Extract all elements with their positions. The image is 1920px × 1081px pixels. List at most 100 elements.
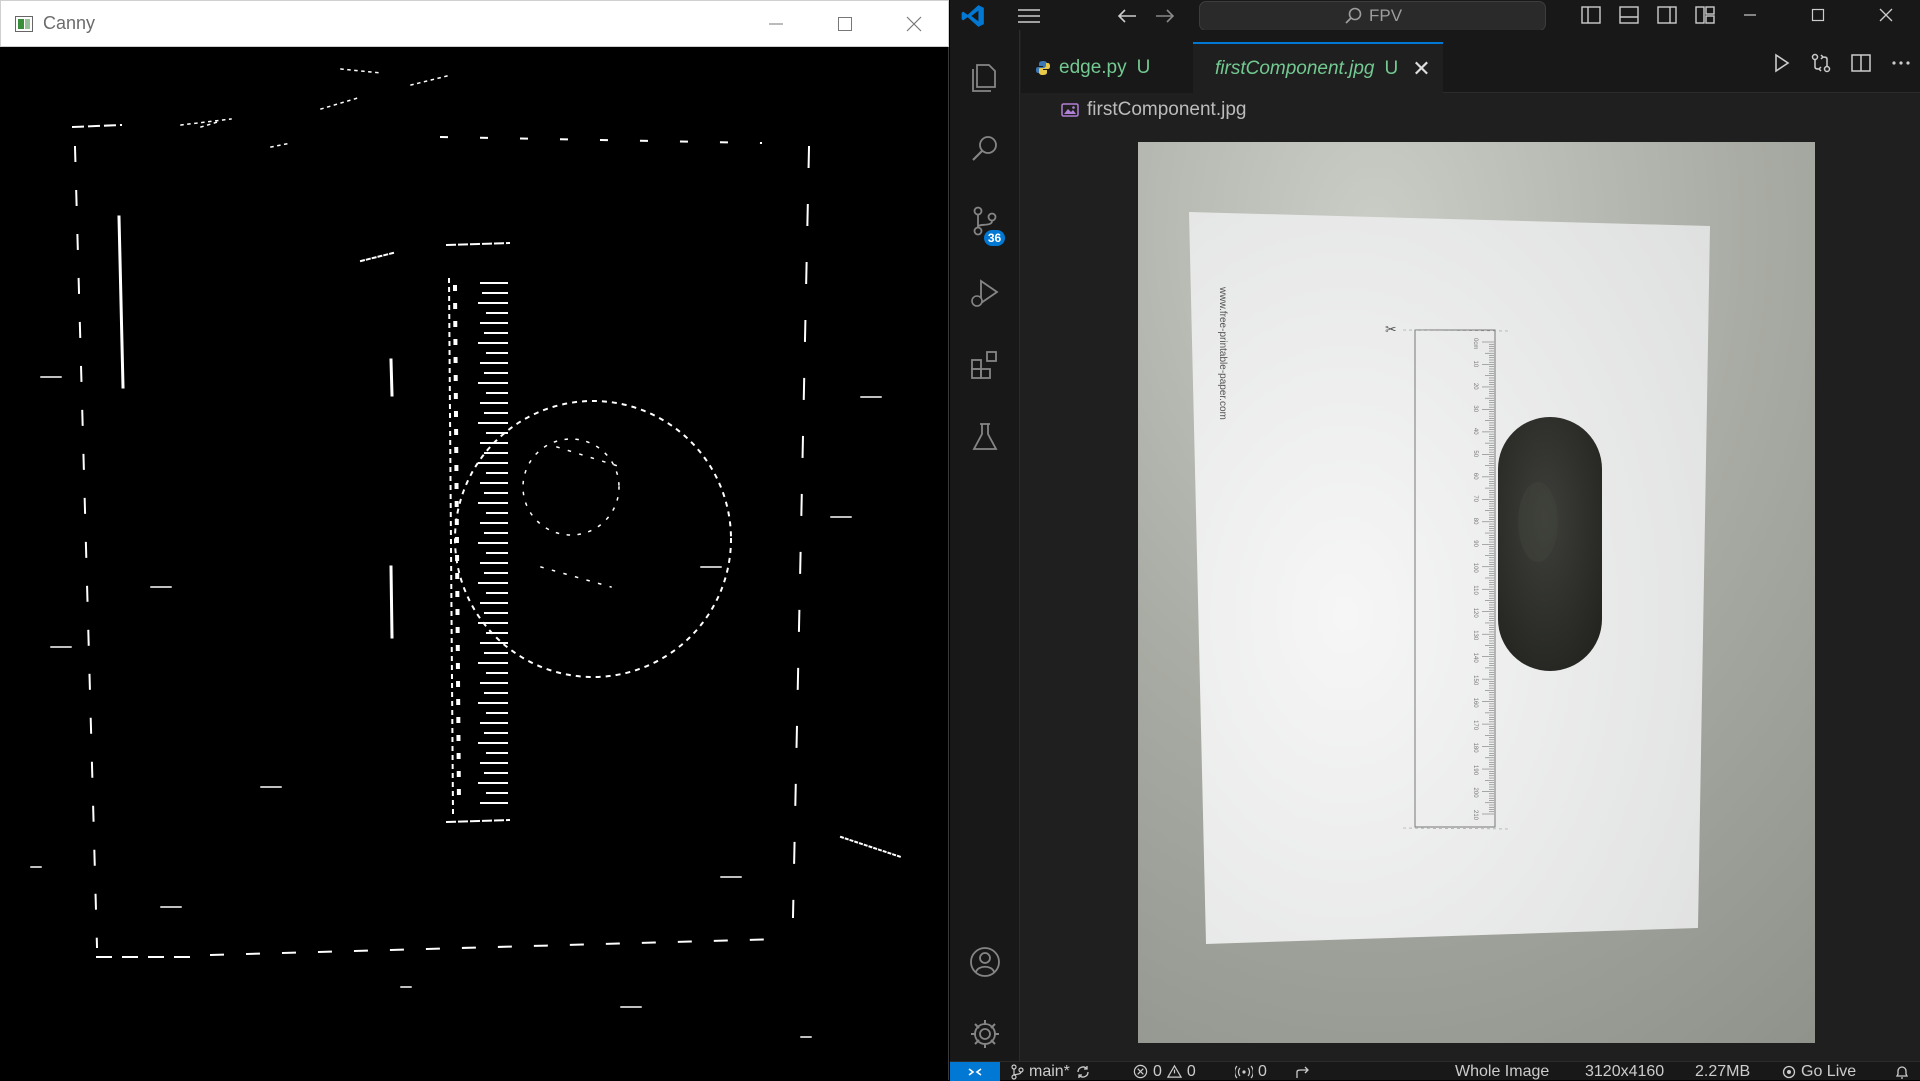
open-changes-icon[interactable] [1810, 52, 1832, 74]
close-icon [906, 16, 921, 32]
command-center-label: FPV [1368, 6, 1403, 25]
sync-icon [1077, 1065, 1089, 1078]
run-debug-button[interactable] [950, 264, 1020, 322]
vscode-titlebar: FPV [950, 0, 1920, 31]
notifications-button[interactable] [1894, 1062, 1910, 1081]
remote-indicator-button[interactable] [950, 1062, 1000, 1081]
go-live-button[interactable]: Go Live [1782, 1062, 1856, 1081]
ruler-label: 100 [1472, 563, 1478, 574]
ruler-label: 210 [1472, 810, 1478, 821]
breadcrumb[interactable]: firstComponent.jpg [1021, 93, 1920, 127]
canny-edge-image [1, 47, 948, 1080]
maximize-icon [1811, 8, 1825, 22]
accounts-button[interactable] [950, 933, 1020, 991]
back-arrow-icon[interactable] [1115, 5, 1139, 27]
testing-button[interactable] [950, 408, 1020, 466]
minimize-icon [1744, 14, 1756, 16]
canny-maximize-button[interactable] [810, 1, 879, 47]
warning-icon [1166, 1064, 1182, 1078]
vscode-logo-icon [961, 5, 984, 27]
run-file-icon[interactable] [1770, 52, 1792, 74]
broadcast-icon [1235, 1065, 1253, 1078]
ruler-label: 150 [1472, 675, 1478, 686]
toggle-panel-icon[interactable] [1618, 4, 1640, 26]
image-zoom-status[interactable]: Whole Image [1455, 1062, 1549, 1081]
ruler-label: 30 [1472, 405, 1478, 412]
status-bar: main* 0 0 0 Whole Image 3120x4160 2.27MB… [950, 1061, 1920, 1081]
image-dimensions-status: 3120x4160 [1585, 1062, 1664, 1081]
canny-window-title: Canny [43, 13, 96, 33]
paper-watermark-text: www.free-printable-paper.com [1217, 286, 1228, 420]
canny-titlebar[interactable]: Canny [0, 0, 949, 47]
manage-button[interactable] [950, 1005, 1020, 1063]
vscode-maximize-button[interactable] [1784, 0, 1852, 30]
customize-layout-icon[interactable] [1694, 4, 1716, 26]
command-center-search[interactable]: FPV [1199, 1, 1546, 31]
share-button[interactable] [1295, 1062, 1311, 1081]
vscode-minimize-button[interactable] [1716, 0, 1784, 30]
go-live-label: Go Live [1801, 1062, 1857, 1080]
toggle-primary-sidebar-icon[interactable] [1580, 4, 1602, 26]
canny-minimize-button[interactable] [741, 1, 810, 47]
tab-close-button[interactable]: ✕ [1412, 56, 1430, 82]
source-control-button[interactable]: 36 [950, 192, 1020, 250]
git-branch-label: main* [1029, 1062, 1070, 1080]
tab-git-status: U [1136, 56, 1151, 78]
gear-icon [971, 1020, 999, 1048]
more-actions-icon[interactable] [1890, 52, 1912, 74]
dimensions-label: 3120x4160 [1585, 1062, 1665, 1080]
minimize-icon [768, 23, 783, 25]
forward-arrow-icon[interactable] [1153, 5, 1177, 27]
image-size-status: 2.27MB [1695, 1062, 1750, 1081]
tab-git-status: U [1384, 57, 1399, 79]
git-branch-button[interactable]: main* [1010, 1062, 1091, 1081]
canny-close-button[interactable] [879, 1, 948, 47]
ruler-label: 140 [1472, 653, 1478, 664]
testing-flask-icon [972, 423, 998, 450]
size-label: 2.27MB [1695, 1062, 1751, 1080]
search-icon [1345, 7, 1362, 24]
ruler-label: 70 [1472, 495, 1478, 502]
explorer-button[interactable] [950, 48, 1020, 106]
ruler-label: 160 [1472, 698, 1478, 709]
split-editor-icon[interactable] [1850, 52, 1872, 74]
tab-firstcomponent-jpg[interactable]: firstComponent.jpg U ✕ [1193, 42, 1443, 93]
image-preview-photo: www.free-printable-paper.com ✂ 0cm 10 20 30… [1138, 142, 1815, 1043]
python-file-icon [1036, 60, 1050, 75]
breadcrumb-label: firstComponent.jpg [1087, 99, 1247, 120]
image-file-icon [1061, 103, 1079, 117]
zoom-label: Whole Image [1455, 1062, 1550, 1080]
ruler-label: 40 [1472, 428, 1478, 435]
broadcast-icon [1782, 1065, 1796, 1078]
run-debug-icon [971, 279, 999, 307]
account-icon [970, 947, 1000, 977]
search-view-button[interactable] [950, 120, 1020, 178]
ports-count: 0 [1258, 1062, 1267, 1080]
problems-button[interactable]: 0 0 [1133, 1062, 1196, 1081]
ruler-label: 50 [1472, 450, 1478, 457]
scissors-icon: ✂ [1385, 322, 1397, 338]
maximize-icon [837, 17, 852, 31]
ports-button[interactable]: 0 [1235, 1062, 1267, 1081]
extensions-icon [971, 351, 997, 379]
tab-edge-py[interactable]: edge.py U [1021, 42, 1193, 93]
remote-icon [968, 1067, 982, 1076]
ruler-label: 130 [1472, 630, 1478, 641]
ruler-label: 110 [1472, 585, 1478, 595]
menu-icon[interactable] [1015, 5, 1043, 27]
ruler-label: 80 [1472, 518, 1478, 525]
search-icon [972, 136, 997, 161]
close-icon [1879, 8, 1893, 22]
extensions-button[interactable] [950, 336, 1020, 394]
share-arrow-icon [1296, 1066, 1309, 1078]
opencv-window-icon [15, 15, 33, 32]
source-control-badge: 36 [982, 228, 1007, 248]
git-branch-icon [1011, 1063, 1024, 1080]
ruler-label: 200 [1472, 788, 1478, 799]
explorer-files-icon [972, 64, 996, 92]
vscode-close-button[interactable] [1852, 0, 1920, 30]
toggle-secondary-sidebar-icon[interactable] [1656, 4, 1678, 26]
editor-tab-bar: edge.py U firstComponent.jpg U ✕ [1021, 30, 1920, 93]
warning-count: 0 [1186, 1062, 1196, 1080]
bell-icon [1895, 1065, 1909, 1079]
